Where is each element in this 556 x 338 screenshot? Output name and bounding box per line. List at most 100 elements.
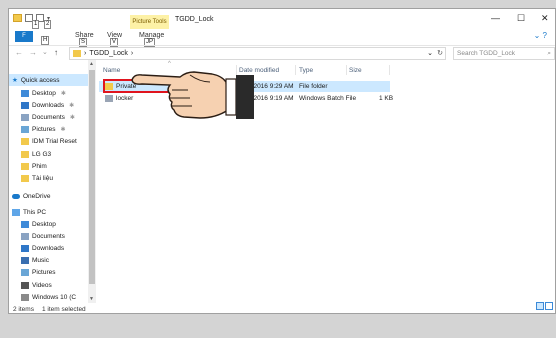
sidebar-item-label: Documents	[32, 232, 65, 240]
desktop-icon	[21, 89, 29, 97]
music-icon	[21, 257, 29, 265]
pin-icon: ✱	[69, 114, 75, 121]
ribbon-tabs: F H Share S View V Manage JP ⌄ ?	[9, 29, 555, 47]
keytip-2: 2	[44, 20, 52, 29]
column-header-type[interactable]: Type	[299, 67, 313, 74]
close-button[interactable]: ✕	[541, 13, 549, 24]
videos-icon	[21, 281, 29, 289]
sidebar-item[interactable]: IDM Trial Reset	[9, 136, 77, 148]
sidebar-item-label: Desktop	[32, 89, 56, 97]
sidebar-item[interactable]: Documents ✱	[9, 111, 75, 123]
sidebar-item[interactable]: Desktop	[9, 218, 56, 230]
explorer-window: ▾ 1 2 Picture Tools TGDD_Lock — ☐ ✕ F H …	[8, 8, 556, 314]
sidebar-item[interactable]: Videos	[9, 279, 52, 291]
navigation-pane: ★ Quick access Desktop ✱ Downloads ✱ Documen…	[9, 60, 88, 303]
sidebar-item-label: Tài liệu	[32, 174, 53, 182]
nav-quick-access[interactable]: ★ Quick access	[9, 74, 88, 86]
cloud-icon	[12, 193, 20, 199]
documents-icon	[21, 232, 29, 240]
sidebar-item[interactable]: LG G3	[9, 148, 51, 160]
back-button[interactable]: ←	[15, 48, 23, 57]
column-divider	[346, 65, 347, 75]
sidebar-item[interactable]: Pictures ✱	[9, 124, 66, 136]
star-icon: ★	[12, 77, 18, 84]
sidebar-item[interactable]: Pictures	[9, 267, 55, 279]
sidebar-item-label: Downloads	[32, 101, 65, 109]
expand-ribbon-icon[interactable]: ⌄ ?	[534, 31, 547, 40]
sidebar-item[interactable]: Music	[9, 255, 49, 267]
desktop-icon	[21, 220, 29, 228]
sidebar-item-label: LG G3	[32, 150, 52, 158]
scroll-down-icon[interactable]: ▼	[89, 296, 94, 302]
nav-scrollbar[interactable]: ▲ ▼	[88, 60, 96, 303]
downloads-icon	[21, 244, 29, 252]
sidebar-item-label: Downloads	[32, 244, 65, 252]
maximize-button[interactable]: ☐	[517, 13, 525, 24]
column-header-name[interactable]: Name	[103, 67, 120, 74]
breadcrumb[interactable]: TGDD_Lock	[89, 50, 128, 57]
details-view-icon[interactable]	[536, 302, 544, 310]
pin-icon: ✱	[60, 127, 66, 134]
pointing-hand-icon	[131, 71, 254, 119]
large-icons-view-icon[interactable]	[545, 302, 553, 310]
folder-icon	[21, 162, 29, 170]
nav-label: This PC	[23, 208, 47, 216]
file-tab[interactable]: F	[15, 31, 33, 42]
nav-onedrive[interactable]: OneDrive	[9, 190, 50, 202]
sidebar-item[interactable]: Desktop ✱	[9, 87, 66, 99]
drive-icon	[21, 293, 29, 301]
sidebar-item[interactable]: Downloads	[9, 242, 64, 254]
sidebar-item[interactable]: Tài liệu	[9, 172, 53, 184]
column-header-size[interactable]: Size	[349, 67, 362, 74]
keytip-h: H	[41, 36, 50, 45]
cell-type: Windows Batch File	[299, 95, 357, 102]
breadcrumb-separator: ›	[130, 50, 134, 57]
folder-icon[interactable]	[13, 14, 22, 22]
window-title: TGDD_Lock	[175, 16, 214, 23]
folder-icon	[21, 138, 29, 146]
pin-icon: ✱	[60, 90, 66, 97]
refresh-icon[interactable]: ↻	[437, 49, 443, 57]
up-button[interactable]: ↑	[54, 48, 58, 57]
sidebar-item-label: IDM Trial Reset	[32, 138, 77, 146]
search-icon: ⌕	[547, 50, 551, 57]
view-buttons	[536, 302, 553, 310]
forward-button[interactable]: →	[29, 48, 37, 57]
sidebar-item-label: Documents	[32, 113, 65, 121]
sidebar-item[interactable]: Phim	[9, 160, 47, 172]
scrollbar-thumb[interactable]	[89, 70, 95, 284]
cell-type: File folder	[299, 83, 328, 90]
recent-locations-button[interactable]: ⌄	[42, 48, 48, 56]
title-bar: ▾ 1 2 Picture Tools TGDD_Lock — ☐ ✕	[9, 9, 555, 29]
sidebar-item-label: Windows 10 (C	[32, 293, 77, 301]
status-bar: 2 items 1 item selected	[9, 303, 555, 313]
address-box[interactable]: › TGDD_Lock › ⌄ ↻	[69, 47, 446, 60]
sidebar-item-label: Pictures	[32, 126, 56, 134]
pictures-icon	[21, 126, 29, 134]
sidebar-item-label: Music	[32, 257, 49, 265]
sidebar-item[interactable]: Windows 10 (C	[9, 291, 76, 303]
column-divider	[295, 65, 296, 75]
cell-size: 1 KB	[379, 95, 394, 102]
minimize-button[interactable]: —	[491, 13, 500, 23]
documents-icon	[21, 113, 29, 121]
search-input[interactable]: Search TGDD_Lock ⌕	[453, 47, 555, 60]
status-item-count: 2 items	[13, 305, 34, 313]
pin-icon: ✱	[69, 102, 75, 109]
downloads-icon	[21, 101, 29, 109]
sidebar-item[interactable]: Downloads ✱	[9, 99, 74, 111]
scroll-up-icon[interactable]: ▲	[89, 61, 94, 67]
status-selected-count: 1 item selected	[41, 305, 86, 313]
picture-tools-context-tab: Picture Tools	[130, 15, 169, 29]
folder-icon	[21, 174, 29, 182]
sidebar-item-label: Pictures	[32, 269, 56, 277]
computer-icon	[12, 208, 20, 216]
nav-this-pc[interactable]: This PC	[9, 206, 46, 218]
nav-label: OneDrive	[23, 192, 51, 200]
sidebar-item[interactable]: Documents	[9, 230, 65, 242]
address-dropdown-icon[interactable]: ⌄	[427, 49, 433, 57]
breadcrumb-separator: ›	[84, 50, 87, 57]
keytip-1: 1	[32, 20, 40, 29]
folder-icon	[21, 150, 29, 158]
pictures-icon	[21, 269, 29, 277]
